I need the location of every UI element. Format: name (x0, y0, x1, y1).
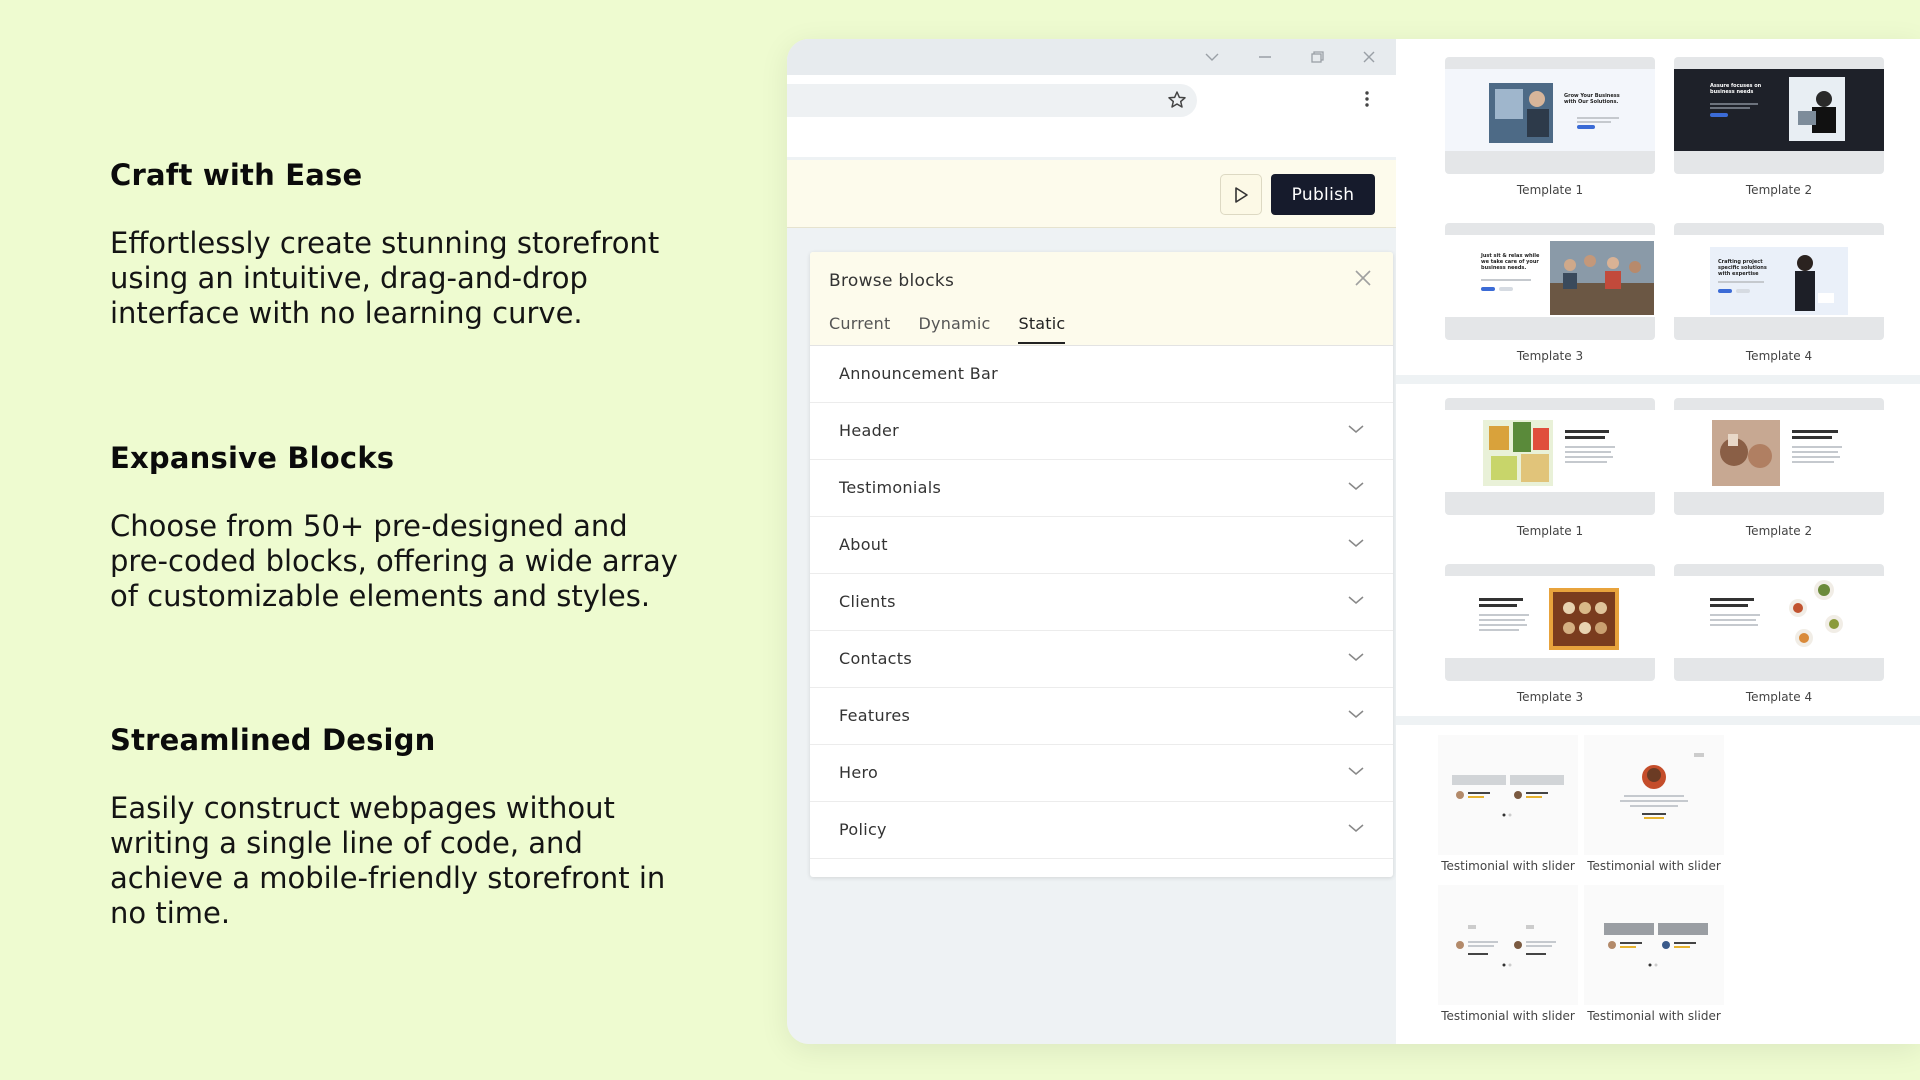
block-list: Announcement Bar Header Testimonials Abo… (810, 346, 1393, 859)
chevron-down-icon (1348, 482, 1364, 490)
panel-tabs: Current Dynamic Static (829, 314, 1066, 344)
template-label: Template 2 (1745, 183, 1813, 197)
template-preview-text: Crafting project specific solutions with… (1718, 259, 1767, 277)
block-item-hero[interactable]: Hero (810, 745, 1393, 802)
hero-template-section: Grow Your Business with Our Solutions. T… (1396, 39, 1920, 375)
testimonial-thumbnail (1604, 923, 1708, 967)
hero-template-card-3[interactable]: Just sit & relax while we take care of y… (1445, 223, 1655, 363)
feature-streamlined-design: Streamlined Design Easily construct webp… (110, 723, 710, 931)
template-thumbnail-image (1710, 580, 1843, 647)
tab-static[interactable]: Static (1018, 314, 1066, 344)
hero-template-card-4[interactable]: Crafting project specific solutions with… (1674, 223, 1884, 363)
url-field[interactable] (787, 84, 1197, 117)
template-preview-text: Assure focuses on business needs (1710, 83, 1762, 95)
testimonial-thumbnail (1452, 775, 1564, 817)
about-template-section: Template 1 Template 2 Template 3 Templat… (1396, 384, 1920, 716)
chevron-down-icon (1348, 425, 1364, 433)
testimonial-label: Testimonial with slider (1587, 1009, 1721, 1023)
block-item-announcement-bar[interactable]: Announcement Bar (810, 346, 1393, 403)
chevron-down-icon (1348, 596, 1364, 604)
testimonial-thumbnail (1620, 753, 1704, 819)
template-thumbnail-image (1483, 420, 1615, 486)
close-icon[interactable] (1359, 49, 1379, 65)
title-bar (787, 39, 1396, 75)
chevron-down-icon (1348, 710, 1364, 718)
block-item-features[interactable]: Features (810, 688, 1393, 745)
chevron-down-icon[interactable] (1202, 51, 1222, 63)
testimonial-section: Testimonial with slider Testimonial with… (1396, 725, 1920, 1044)
testimonial-label: Testimonial with slider (1441, 859, 1575, 873)
template-thumbnail-image (1710, 77, 1845, 141)
template-label: Template 4 (1745, 349, 1813, 363)
template-gallery: Grow Your Business with Our Solutions. T… (1396, 39, 1920, 1044)
feature-description: Effortlessly create stunning storefront … (110, 226, 660, 330)
template-thumbnail-image (1481, 241, 1654, 315)
tab-current[interactable]: Current (829, 314, 891, 344)
chevron-down-icon (1348, 767, 1364, 775)
chevron-down-icon (1348, 824, 1364, 832)
block-item-about[interactable]: About (810, 517, 1393, 574)
restore-icon[interactable] (1307, 49, 1327, 65)
template-thumbnail-image (1710, 247, 1848, 315)
browser-window: Publish Browse blocks Current Dynamic St… (787, 39, 1920, 1044)
about-template-card-1[interactable]: Template 1 (1445, 398, 1655, 538)
feature-expansive-blocks: Expansive Blocks Choose from 50+ pre-des… (110, 441, 710, 614)
feature-description: Easily construct webpages without writin… (110, 791, 666, 930)
template-label: Template 1 (1516, 183, 1584, 197)
panel-title: Browse blocks (829, 271, 955, 291)
about-template-card-2[interactable]: Template 2 (1674, 398, 1884, 538)
testimonial-label: Testimonial with slider (1587, 859, 1721, 873)
block-item-clients[interactable]: Clients (810, 574, 1393, 631)
testimonial-card-3[interactable]: Testimonial with slider (1438, 885, 1578, 1023)
template-label: Template 2 (1745, 524, 1813, 538)
about-template-card-3[interactable]: Template 3 (1445, 564, 1655, 704)
template-thumbnail-image (1479, 588, 1619, 650)
testimonial-card-1[interactable]: Testimonial with slider (1438, 735, 1578, 873)
preview-button[interactable] (1220, 174, 1262, 215)
hero-template-card-2[interactable]: Assure focuses on business needs Templat… (1674, 57, 1884, 197)
hero-template-card-1[interactable]: Grow Your Business with Our Solutions. T… (1445, 57, 1655, 197)
bookmark-star-icon[interactable] (1167, 90, 1187, 110)
template-label: Template 4 (1745, 690, 1813, 704)
template-label: Template 3 (1516, 349, 1584, 363)
block-item-header[interactable]: Header (810, 403, 1393, 460)
chevron-down-icon (1348, 539, 1364, 547)
template-thumbnail-image (1712, 420, 1842, 486)
publish-button[interactable]: Publish (1271, 174, 1375, 215)
feature-craft-with-ease: Craft with Ease Effortlessly create stun… (110, 158, 710, 331)
minimize-icon[interactable] (1255, 51, 1275, 63)
feature-title: Expansive Blocks (110, 441, 395, 475)
template-preview-text: Grow Your Business with Our Solutions. (1564, 93, 1620, 105)
browse-blocks-panel: Browse blocks Current Dynamic Static Ann… (810, 252, 1393, 877)
about-template-card-4[interactable]: Template 4 (1674, 564, 1884, 704)
testimonial-card-2[interactable]: Testimonial with slider (1584, 735, 1724, 873)
template-label: Template 1 (1516, 524, 1584, 538)
template-preview-text: Just sit & relax while we take care of y… (1481, 253, 1540, 271)
play-icon (1235, 186, 1248, 203)
editor-pane: Publish Browse blocks Current Dynamic St… (787, 39, 1396, 1044)
tab-dynamic[interactable]: Dynamic (919, 314, 991, 344)
testimonial-thumbnail (1456, 925, 1556, 967)
block-item-policy[interactable]: Policy (810, 802, 1393, 859)
testimonial-card-4[interactable]: Testimonial with slider (1584, 885, 1724, 1023)
menu-kebab-icon[interactable] (1364, 89, 1370, 109)
feature-title: Streamlined Design (110, 723, 436, 757)
close-icon[interactable] (1354, 269, 1372, 287)
chevron-down-icon (1348, 653, 1364, 661)
feature-description: Choose from 50+ pre-designed and pre-cod… (110, 509, 678, 613)
template-thumbnail-image (1489, 83, 1619, 143)
panel-header: Browse blocks Current Dynamic Static (810, 252, 1393, 346)
block-item-contacts[interactable]: Contacts (810, 631, 1393, 688)
block-item-testimonials[interactable]: Testimonials (810, 460, 1393, 517)
testimonial-label: Testimonial with slider (1441, 1009, 1575, 1023)
template-label: Template 3 (1516, 690, 1584, 704)
feature-title: Craft with Ease (110, 158, 363, 192)
